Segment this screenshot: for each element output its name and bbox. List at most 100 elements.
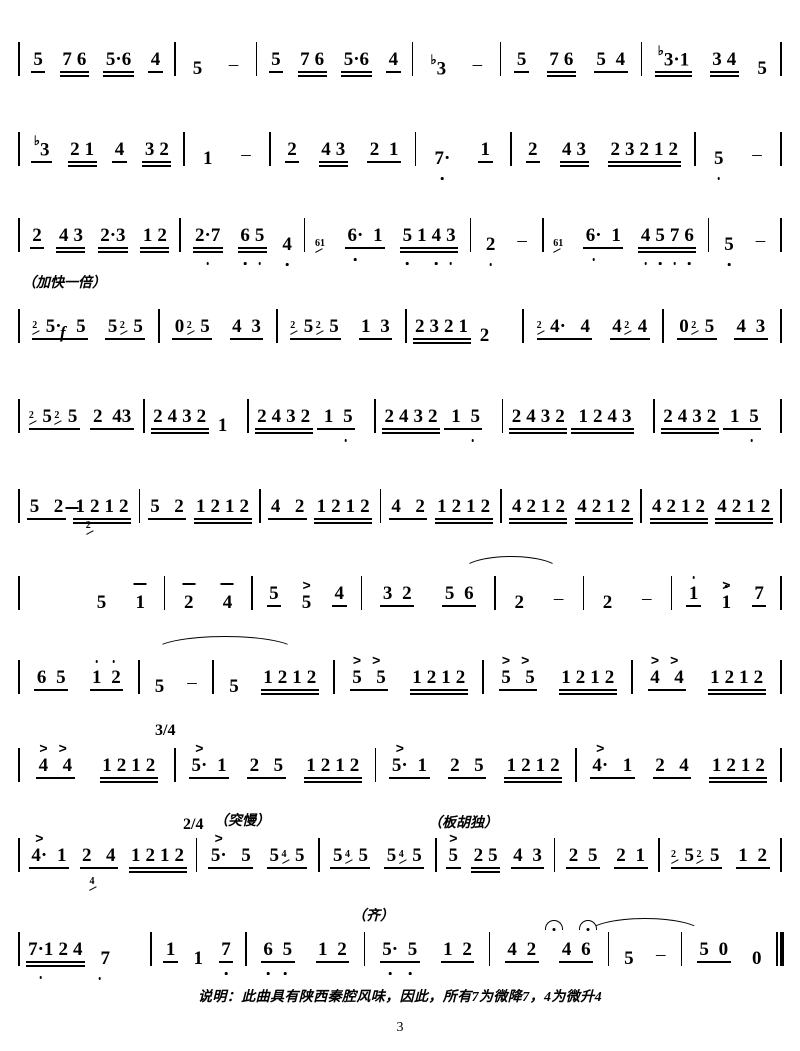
note: 4 [58,225,69,246]
note: 2 [455,667,466,688]
measure: 5 4 5 5 4 5 [324,828,432,874]
note: 0 [679,316,689,337]
note-group: 25 [471,846,501,874]
note: 1 [133,583,148,612]
note: 1 [417,225,427,246]
note: 4 [677,406,688,427]
note: 7 [667,226,682,245]
barline [780,399,783,433]
note: 5 [709,845,720,866]
note-group: 5· > 1 [389,740,430,784]
measure: 5 – [180,32,252,78]
barline [780,576,783,610]
note: 1 [131,845,141,866]
note: 2 [349,755,360,776]
note: 1 [630,845,646,866]
barline [18,42,20,76]
accent-mark: > [501,652,511,668]
note: 2 [620,496,631,517]
note: 2 [724,667,735,688]
barline [780,660,782,694]
note: 1 [368,225,383,246]
note-group: 1 2 [89,668,124,696]
measure: 5 76 5·6 4 [24,32,170,78]
note: 2 [331,496,341,517]
note: 2 [70,139,80,160]
note-group: 1 [163,940,178,968]
note-group: 0 2 5 [676,316,717,345]
barline [18,576,20,610]
measure: ♭3 21 4 32 [24,122,180,168]
note: 1 [263,667,273,688]
barline [482,660,485,694]
note-group: 1243 [571,407,634,435]
barline [780,748,782,782]
note: 2 [521,939,537,960]
barline [435,838,437,872]
note: 5· > [191,740,208,776]
note: 5 [653,226,668,245]
note: 5 [516,49,527,70]
measure: 5 – [700,122,777,168]
note-group: 5 [30,50,46,78]
measure: 61 6· 1 4576 [548,208,704,254]
note: 2 [639,139,650,160]
accent-mark: > [449,830,458,846]
note: 4 [507,939,517,960]
note-group: 4· > 1 [589,740,635,784]
note: 2 [104,668,123,687]
barline [244,932,247,966]
note-group: 1 5 [443,407,483,435]
grace-note-value: 2 [536,320,542,331]
note: 4 [561,939,572,960]
note-group: 5 4 5 [267,846,308,874]
grace-note-value: 2 [186,320,192,331]
note: 5· [45,316,62,337]
note: 5 [444,583,455,604]
measure: 4212 4212 [646,479,776,525]
note: 2·7 [193,226,223,245]
barline [414,132,417,166]
note: 4 [220,583,235,612]
note: 1 [306,755,316,776]
note: 2 [591,496,602,517]
note: 2 [666,496,677,517]
barline [780,132,782,166]
note: 4 [652,496,662,517]
measure: 2 5 1 [24,507,160,612]
note: 1 [196,496,206,517]
note: 2 [118,496,129,517]
barline [658,838,661,872]
note-group: 5 4 [593,50,628,78]
note: 2 [369,139,380,160]
note: 0 [751,948,762,969]
note: 4 > [38,740,49,776]
note: 3 [750,316,766,337]
note-group: 5 6 [442,584,476,612]
barline [276,309,278,343]
note: 5 [264,755,284,776]
note-group: 4 [112,140,127,168]
note: 2 [755,755,765,776]
barline [18,218,20,252]
measure: 2 5 2 5 1 3 [282,299,401,345]
note-group: 4· > 1 [28,830,70,874]
note: 2 [285,496,305,517]
note-group: 1212 [193,496,252,525]
sustain-dash: – [228,54,239,75]
measure: 5 0 0 [686,922,772,968]
barline [640,489,642,523]
note: 4 [669,755,689,776]
note-group: 5·6 [341,50,372,78]
note: 2 [320,755,331,776]
note: 1 [561,667,571,688]
barline [488,932,491,966]
note: 1 [84,139,95,160]
measure: 1 1 7 [156,922,241,968]
note-group: 7 [751,584,767,612]
note: 1 [412,667,422,688]
barline [780,838,783,872]
note: 2 [157,225,167,246]
barline [707,218,710,252]
note: 5· [380,940,401,959]
